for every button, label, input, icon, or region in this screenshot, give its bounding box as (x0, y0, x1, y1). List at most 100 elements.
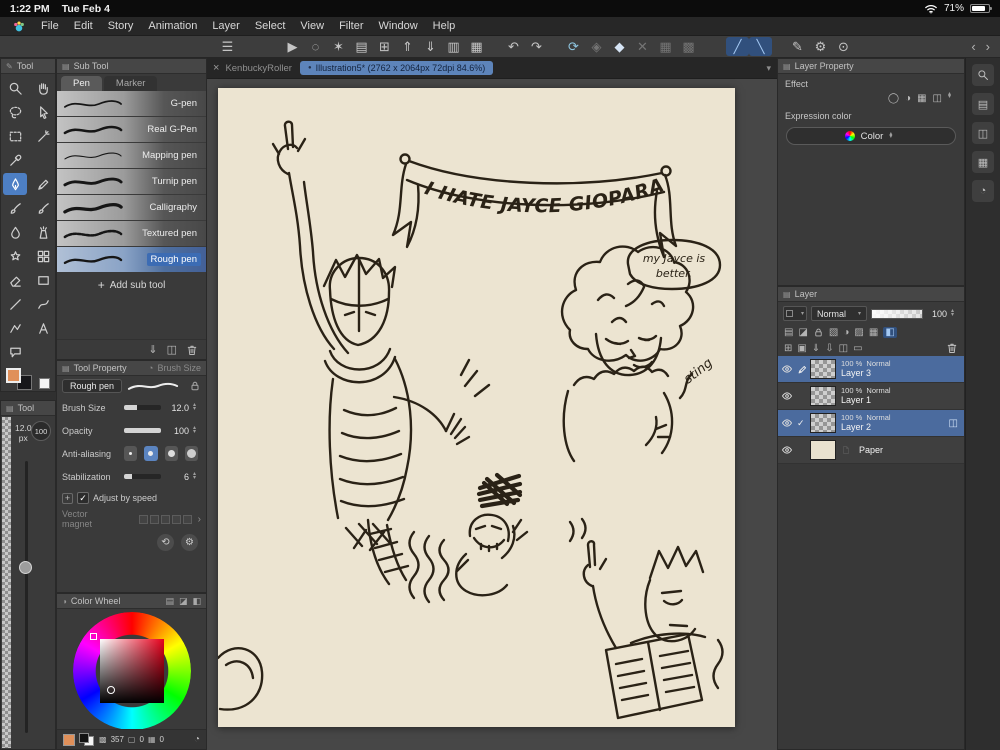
vector-magnet-segments[interactable] (138, 514, 192, 524)
paste-icon[interactable]: ▦ (465, 37, 488, 56)
main-color-chip[interactable] (63, 733, 75, 746)
snap-to-ruler-icon[interactable]: ╱ (726, 37, 749, 56)
expand-arrow-icon[interactable]: › (198, 514, 201, 525)
border-effect-icon[interactable]: ◯ (888, 93, 899, 104)
tool-polyline[interactable] (3, 317, 27, 339)
lock-layer-icon[interactable] (813, 327, 824, 338)
effect-stepper[interactable]: ▴ ▾ (948, 91, 956, 104)
aa-middle-button[interactable] (164, 446, 178, 461)
ruler-pen-icon[interactable]: ✎ (786, 37, 809, 56)
layer-opacity-slider[interactable] (871, 308, 923, 319)
menu-layer[interactable]: Layer (212, 20, 240, 32)
opacity-stepper[interactable]: ▴ ▾ (193, 425, 201, 434)
color-history-icon[interactable]: ◔ (194, 734, 200, 745)
import-icon[interactable]: ⇓ (419, 37, 442, 56)
aa-weak-button[interactable] (144, 446, 158, 461)
tool-eraser-soft[interactable] (31, 269, 55, 291)
snap-to-special-ruler-icon[interactable]: ╲ (749, 37, 772, 56)
tool-brush[interactable] (3, 197, 27, 219)
transparent-color-swatch[interactable] (39, 378, 50, 389)
tool-operation[interactable] (31, 101, 55, 123)
menu-icon[interactable]: ☰ (216, 37, 239, 56)
two-pane-icon[interactable]: ◧ (883, 327, 897, 338)
opacity-slider[interactable] (124, 428, 161, 433)
tool-pencil[interactable] (31, 173, 55, 195)
reset-settings-icon[interactable]: ⟲ (157, 534, 174, 551)
clip-studio-logo-icon[interactable] (12, 20, 26, 33)
layer-color-effect-icon[interactable]: ▦ (917, 93, 926, 104)
brush-size-slider[interactable] (124, 405, 161, 410)
advanced-settings-icon[interactable]: ⚙ (181, 534, 198, 551)
auto-select-icon[interactable]: ✶ (327, 37, 350, 56)
tool-pen[interactable] (3, 173, 27, 195)
open-file-icon[interactable]: ⊞ (373, 37, 396, 56)
apply-mask-icon[interactable]: ▭ (853, 343, 862, 354)
layer-row-layer1[interactable]: 100 % Normal Layer 1 (778, 383, 964, 410)
main-color-swatch[interactable] (6, 368, 21, 383)
add-subtool-button[interactable]: + Add sub tool (57, 273, 206, 297)
export-icon[interactable]: ⇑ (396, 37, 419, 56)
layer-row-layer2[interactable]: ✓ 100 % Normal Layer 2 ◫ (778, 410, 964, 437)
layer-row-layer3[interactable]: 100 % Normal Layer 3 (778, 356, 964, 383)
menu-edit[interactable]: Edit (74, 20, 93, 32)
tone-effect-icon[interactable]: ◑ (905, 93, 911, 104)
subtool-item-calligraphy[interactable]: Calligraphy (57, 195, 206, 221)
grid-icon[interactable]: ▦ (654, 37, 677, 56)
create-mask-icon[interactable]: ◫ (839, 343, 848, 354)
history-icon[interactable]: ◔ (972, 180, 994, 202)
reference-layer-icon[interactable]: ▦ (869, 327, 878, 338)
tool-eraser[interactable] (3, 269, 27, 291)
duplicate-subtool-icon[interactable]: ◫ (167, 343, 177, 356)
panel-list-icon[interactable]: ▤ (784, 327, 793, 338)
subtool-item-rough-pen[interactable]: Rough pen (57, 247, 206, 273)
tab-illustration5[interactable]: ● Illustration5* (2762 x 2064px 72dpi 84… (299, 61, 494, 75)
tool-lasso[interactable] (3, 101, 27, 123)
merge-down-icon[interactable]: ⇩ (825, 343, 833, 354)
tool-airbrush[interactable] (31, 221, 55, 243)
tone-icon[interactable]: ▩ (677, 37, 700, 56)
adjust-by-speed-checkbox[interactable]: ✓ (77, 492, 89, 504)
object-select-icon[interactable]: ▶ (281, 37, 304, 56)
extract-line-effect-icon[interactable]: ◫ (933, 93, 942, 104)
new-raster-layer-icon[interactable]: ⊞ (784, 343, 792, 354)
enable-mask-icon[interactable]: ◑ (843, 327, 849, 338)
stabilization-slider[interactable] (124, 474, 161, 479)
tool-eyedropper[interactable] (3, 149, 27, 171)
lasso-select-icon[interactable]: ◌ (304, 37, 327, 56)
sv-marker[interactable] (106, 686, 115, 694)
menu-view[interactable]: View (300, 20, 324, 32)
menu-select[interactable]: Select (255, 20, 286, 32)
sub-color-chips[interactable] (79, 733, 95, 746)
tool-line[interactable] (3, 293, 27, 315)
visibility-toggle[interactable] (781, 444, 797, 456)
brush-size-stepper[interactable]: ▴ ▾ (193, 402, 201, 411)
snap-icon[interactable]: ◆ (608, 37, 631, 56)
brush-size-slider-knob[interactable] (19, 561, 32, 575)
brush-size-tab[interactable]: Brush Size (157, 363, 201, 373)
tool-hand[interactable] (31, 77, 55, 99)
palette-option-select[interactable]: ▾ (783, 306, 807, 321)
menu-animation[interactable]: Animation (148, 20, 197, 32)
navigator-icon[interactable]: ◫ (972, 122, 994, 144)
reset-view-icon[interactable]: ⟳ (562, 37, 585, 56)
tool-watercolor[interactable] (31, 197, 55, 219)
undo-icon[interactable]: ↶ (502, 37, 525, 56)
subtool-item-turnip-pen[interactable]: Turnip pen (57, 169, 206, 195)
blend-mode-select[interactable]: Normal ▾ (811, 306, 867, 321)
gesture-icon[interactable]: ⊙ (832, 37, 855, 56)
subtool-item-g-pen[interactable]: G-pen (57, 91, 206, 117)
menu-story[interactable]: Story (108, 20, 134, 32)
visibility-toggle[interactable] (781, 390, 797, 402)
menu-window[interactable]: Window (379, 20, 418, 32)
menu-file[interactable]: File (41, 20, 59, 32)
subtool-item-real-g-pen[interactable]: Real G-Pen (57, 117, 206, 143)
subtool-item-mapping-pen[interactable]: Mapping pen (57, 143, 206, 169)
subtool-item-textured-pen[interactable]: Textured pen (57, 221, 206, 247)
tool-zoom[interactable] (3, 77, 27, 99)
lock-transparent-pixels-icon[interactable]: ▧ (829, 327, 838, 338)
ruler-range-icon[interactable]: ▨ (854, 327, 863, 338)
drawing-canvas[interactable]: I HATE JAYCE GIOPARA my Jayce is better.… (218, 88, 735, 727)
color-set-tab-icon[interactable]: ◪ (179, 596, 188, 607)
clear-selection-icon[interactable]: ✕ (631, 37, 654, 56)
copy-icon[interactable]: ▥ (442, 37, 465, 56)
